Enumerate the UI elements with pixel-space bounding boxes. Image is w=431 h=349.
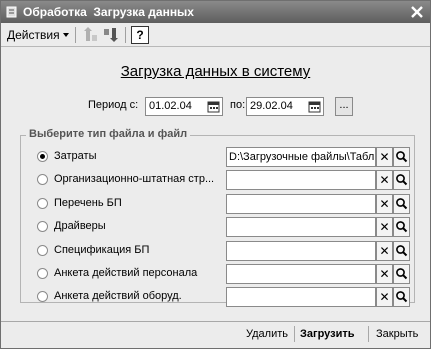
- delete-button[interactable]: Удалить: [246, 328, 288, 340]
- search-icon[interactable]: [393, 194, 410, 214]
- search-icon[interactable]: [393, 147, 410, 167]
- clear-icon[interactable]: ✕: [376, 194, 393, 214]
- toolbar-divider: [125, 27, 126, 43]
- search-icon[interactable]: [393, 170, 410, 190]
- file-type-label[interactable]: Драйверы: [54, 220, 106, 232]
- close-button[interactable]: Закрыть: [376, 328, 418, 340]
- file-path-field[interactable]: [226, 264, 376, 284]
- search-icon[interactable]: [393, 264, 410, 284]
- file-type-row: Анкета действий оборуд. ✕: [37, 287, 411, 307]
- period-from-field[interactable]: 01.02.04: [145, 97, 223, 116]
- file-type-row: Организационно-штатная стр... ✕: [37, 170, 411, 190]
- file-type-row: Драйверы ✕: [37, 217, 411, 237]
- close-icon[interactable]: [409, 4, 425, 20]
- load-button[interactable]: Загрузить: [300, 328, 355, 340]
- file-type-label[interactable]: Затраты: [54, 150, 97, 162]
- clear-icon[interactable]: ✕: [376, 264, 393, 284]
- page-title: Загрузка данных в систему: [120, 63, 311, 80]
- period-to-value: 29.02.04: [250, 100, 293, 112]
- file-path-field[interactable]: [226, 287, 376, 307]
- actions-menu-label: Действия: [7, 28, 60, 42]
- period-from-label: Период с:: [88, 99, 139, 111]
- clear-icon[interactable]: ✕: [376, 287, 393, 307]
- file-path-field[interactable]: D:\Загрузочные файлы\Табл: [226, 147, 376, 167]
- file-path-field[interactable]: [226, 217, 376, 237]
- file-type-row: Анкета действий персонала ✕: [37, 264, 411, 284]
- clear-icon[interactable]: ✕: [376, 147, 393, 167]
- file-type-radio[interactable]: [37, 291, 48, 302]
- file-type-label[interactable]: Перечень БП: [54, 197, 122, 209]
- clear-icon[interactable]: ✕: [376, 170, 393, 190]
- file-type-radio[interactable]: [37, 268, 48, 279]
- file-type-row: Затраты D:\Загрузочные файлы\Табл ✕: [37, 147, 411, 167]
- file-type-label[interactable]: Спецификация БП: [54, 244, 149, 256]
- file-type-row: Спецификация БП ✕: [37, 241, 411, 261]
- search-icon[interactable]: [393, 241, 410, 261]
- file-type-label[interactable]: Анкета действий персонала: [54, 267, 197, 279]
- period-to-label: по:: [230, 99, 246, 111]
- window-title: Обработка Загрузка данных: [23, 5, 194, 19]
- move-up-icon[interactable]: [81, 26, 99, 44]
- file-type-radio[interactable]: [37, 174, 48, 185]
- toolbar-divider: [75, 27, 76, 43]
- file-type-row: Перечень БП ✕: [37, 194, 411, 214]
- title-bar: Обработка Загрузка данных: [1, 1, 430, 23]
- footer-button-divider: [368, 326, 369, 342]
- file-type-group-title: Выберите тип файла и файл: [26, 128, 191, 140]
- search-icon[interactable]: [393, 217, 410, 237]
- chevron-down-icon: [62, 33, 69, 37]
- file-path-field[interactable]: [226, 241, 376, 261]
- file-type-label[interactable]: Организационно-штатная стр...: [54, 173, 214, 185]
- file-type-radio[interactable]: [37, 221, 48, 232]
- footer-divider: [1, 321, 430, 322]
- calendar-icon[interactable]: [207, 100, 220, 113]
- clear-icon[interactable]: ✕: [376, 241, 393, 261]
- period-select-button[interactable]: ...: [335, 97, 353, 116]
- file-type-label[interactable]: Анкета действий оборуд.: [54, 290, 182, 302]
- file-type-radio[interactable]: [37, 198, 48, 209]
- window: Обработка Загрузка данных Действия ? Заг…: [0, 0, 431, 349]
- period-from-value: 01.02.04: [149, 100, 192, 112]
- period-to-field[interactable]: 29.02.04: [246, 97, 324, 116]
- file-type-radio[interactable]: [37, 151, 48, 162]
- footer-button-divider: [294, 326, 295, 342]
- clear-icon[interactable]: ✕: [376, 217, 393, 237]
- help-button[interactable]: ?: [131, 26, 149, 44]
- file-path-value: D:\Загрузочные файлы\Табл: [229, 151, 375, 163]
- app-icon: [6, 6, 17, 18]
- file-path-field[interactable]: [226, 170, 376, 190]
- calendar-icon[interactable]: [308, 100, 321, 113]
- move-down-icon[interactable]: [102, 26, 120, 44]
- search-icon[interactable]: [393, 287, 410, 307]
- actions-menu[interactable]: Действия: [7, 28, 69, 42]
- toolbar: Действия ?: [1, 23, 430, 47]
- file-path-field[interactable]: [226, 194, 376, 214]
- file-type-radio[interactable]: [37, 245, 48, 256]
